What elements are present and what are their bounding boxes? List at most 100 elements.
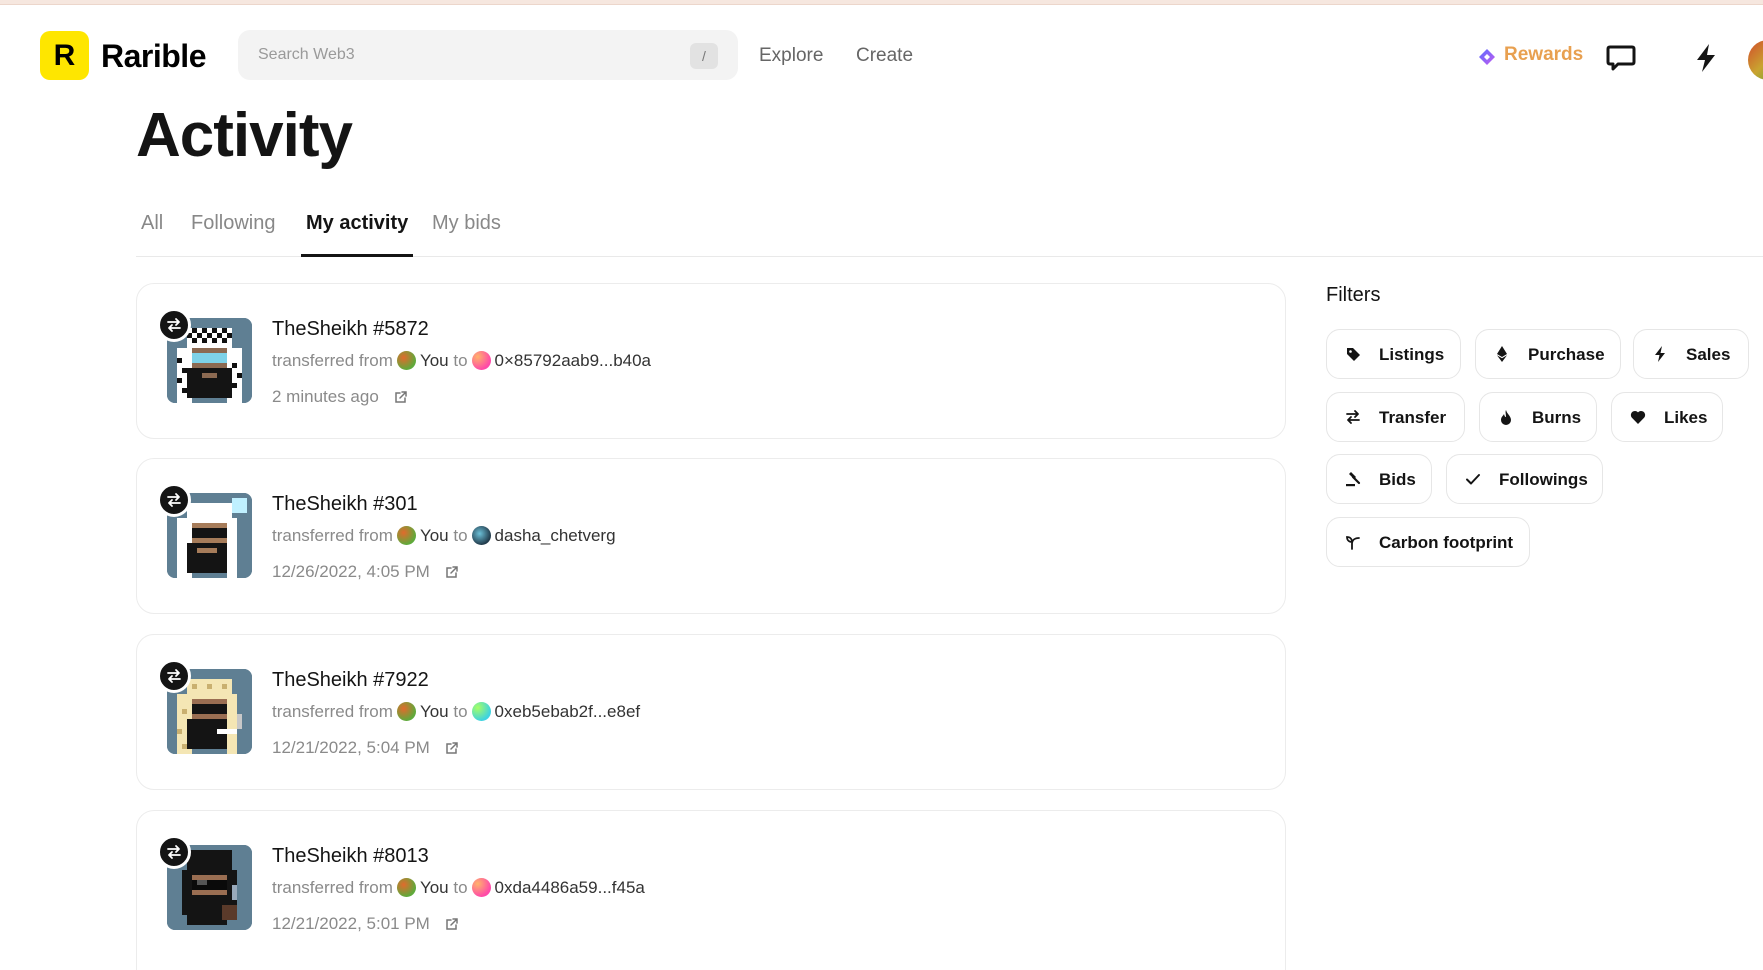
filter-transfer[interactable]: Transfer [1326, 392, 1465, 442]
logo-letter: R [53, 39, 76, 72]
filter-sales[interactable]: Sales [1633, 329, 1749, 379]
search-input[interactable] [258, 30, 658, 80]
transfer-icon [1346, 410, 1360, 424]
checkmark-icon [1466, 474, 1480, 485]
filter-carbon-footprint[interactable]: Carbon footprint [1326, 517, 1530, 567]
external-link-icon[interactable] [394, 391, 407, 404]
from-user[interactable]: You [420, 526, 449, 545]
timestamp: 12/21/2022, 5:01 PM [272, 914, 430, 933]
transfer-badge [157, 659, 191, 693]
lightning-icon [1655, 346, 1665, 362]
tab-my-activity[interactable]: My activity [301, 212, 414, 257]
to-word: to [453, 526, 468, 545]
flame-icon [1501, 410, 1511, 425]
transfer-badge [157, 835, 191, 869]
to-word: to [453, 351, 468, 370]
nft-title[interactable]: TheSheikh #5872 [272, 318, 429, 341]
nft-title[interactable]: TheSheikh #8013 [272, 845, 429, 868]
tab-my-bids[interactable]: My bids [427, 212, 506, 257]
to-user[interactable]: 0xda4486a59...f45a [495, 878, 645, 897]
filter-likes[interactable]: Likes [1611, 392, 1723, 442]
transfer-details: transferred from You to dasha_chetverg [272, 526, 616, 546]
activity-card[interactable]: TheSheikh #301 transferred from You to das… [136, 458, 1286, 614]
filter-listings[interactable]: Listings [1326, 329, 1461, 379]
transfer-details: transferred from You to 0×85792aab9...b40a [272, 351, 651, 371]
to-avatar[interactable] [471, 878, 491, 897]
filter-label: Likes [1664, 408, 1708, 427]
tab-all[interactable]: All [136, 212, 168, 257]
from-user[interactable]: You [420, 351, 449, 370]
activity-time: 2 minutes ago [272, 387, 407, 407]
diamond-icon [1479, 49, 1495, 65]
to-user[interactable]: 0xeb5ebab2f...e8ef [495, 702, 641, 721]
to-user[interactable]: 0×85792aab9...b40a [495, 351, 651, 370]
ethereum-icon [1497, 346, 1507, 362]
to-word: to [453, 702, 468, 721]
transfer-details: transferred from You to 0xda4486a59...f45a [272, 878, 645, 898]
from-avatar[interactable] [396, 702, 416, 721]
transfer-details: transferred from You to 0xeb5ebab2f...e8ef [272, 702, 640, 722]
filter-label: Carbon footprint [1379, 533, 1514, 552]
filter-label: Purchase [1528, 345, 1605, 364]
from-avatar[interactable] [396, 878, 416, 897]
search-bar[interactable]: / [238, 30, 738, 80]
transfer-badge [157, 308, 191, 342]
filter-label: Sales [1686, 345, 1731, 364]
nft-title[interactable]: TheSheikh #301 [272, 493, 418, 516]
search-shortcut-key: / [690, 43, 718, 69]
from-user[interactable]: You [420, 878, 449, 897]
filter-purchase[interactable]: Purchase [1475, 329, 1621, 379]
activity-verb: transferred from [272, 702, 393, 721]
activity-card[interactable]: TheSheikh #7922 transferred from You to 0x… [136, 634, 1286, 790]
transfer-badge [157, 483, 191, 517]
to-avatar[interactable] [471, 702, 491, 721]
nft-title[interactable]: TheSheikh #7922 [272, 669, 429, 692]
nav-explore[interactable]: Explore [759, 45, 823, 67]
rewards-label: Rewards [1504, 44, 1584, 65]
transfer-icon [167, 669, 181, 683]
timestamp: 12/21/2022, 5:04 PM [272, 738, 430, 757]
header: R Rarible / Explore Create Rewards [0, 6, 1763, 106]
transfer-icon [167, 493, 181, 507]
brand-name[interactable]: Rarible [101, 38, 206, 75]
transfer-icon [167, 845, 181, 859]
to-user[interactable]: dasha_chetverg [495, 526, 616, 545]
gavel-icon [1346, 472, 1361, 487]
lightning-icon[interactable] [1690, 42, 1722, 74]
external-link-icon[interactable] [445, 918, 458, 931]
tab-following[interactable]: Following [186, 212, 280, 257]
transfer-icon [167, 318, 181, 332]
to-avatar[interactable] [471, 526, 491, 545]
filter-label: Burns [1532, 408, 1582, 427]
external-link-icon[interactable] [445, 742, 458, 755]
filter-label: Listings [1379, 345, 1445, 364]
filter-followings[interactable]: Followings [1446, 454, 1603, 504]
activity-time: 12/21/2022, 5:01 PM [272, 914, 458, 934]
timestamp: 12/26/2022, 4:05 PM [272, 562, 430, 581]
filter-label: Bids [1379, 470, 1416, 489]
filters-title: Filters [1326, 284, 1381, 306]
chat-icon[interactable] [1605, 42, 1637, 74]
timestamp: 2 minutes ago [272, 387, 379, 406]
to-word: to [453, 878, 468, 897]
from-avatar[interactable] [396, 526, 416, 545]
filter-bids[interactable]: Bids [1326, 454, 1432, 504]
nav-create[interactable]: Create [856, 45, 913, 67]
browser-top-edge [0, 0, 1763, 5]
activity-card[interactable]: TheSheikh #8013 transferred from You to 0x… [136, 810, 1286, 970]
external-link-icon[interactable] [445, 566, 458, 579]
filter-label: Followings [1499, 470, 1588, 489]
from-user[interactable]: You [420, 702, 449, 721]
activity-verb: transferred from [272, 526, 393, 545]
activity-card[interactable]: TheSheikh #5872 transferred from You to 0×… [136, 283, 1286, 439]
activity-time: 12/21/2022, 5:04 PM [272, 738, 458, 758]
sprout-icon [1346, 536, 1360, 550]
page-title: Activity [136, 101, 353, 170]
rarible-logo[interactable]: R [40, 31, 89, 80]
from-avatar[interactable] [396, 351, 416, 370]
activity-verb: transferred from [272, 351, 393, 370]
filter-burns[interactable]: Burns [1479, 392, 1597, 442]
user-avatar[interactable] [1748, 40, 1763, 80]
tag-icon [1347, 348, 1360, 361]
to-avatar[interactable] [471, 351, 491, 370]
